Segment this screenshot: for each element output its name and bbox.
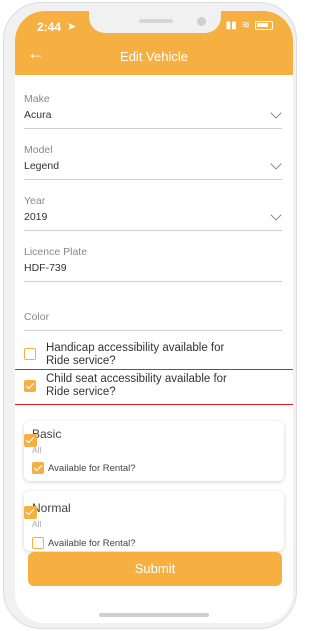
make-select[interactable]: Make Acura <box>24 91 282 129</box>
screen: 2:44 ➤ ▮▮ ≋ ← Edit Vehicle Make Acura Mo… <box>15 11 293 623</box>
battery-icon <box>255 21 273 30</box>
make-value: Acura <box>24 109 52 121</box>
licence-plate-label: Licence Plate <box>24 246 88 258</box>
phone-frame: 2:44 ➤ ▮▮ ≋ ← Edit Vehicle Make Acura Mo… <box>3 2 297 629</box>
submit-button[interactable]: Submit <box>28 552 282 586</box>
notch <box>89 11 221 33</box>
chevron-down-icon <box>270 107 282 119</box>
model-value: Legend <box>24 160 60 172</box>
service-card-normal[interactable]: Normal All Available for Rental? <box>24 491 284 551</box>
rental-label: Available for Rental? <box>48 463 136 474</box>
rental-checkbox[interactable] <box>32 462 44 474</box>
page-title: Edit Vehicle <box>120 49 188 64</box>
app-bar: 2:44 ➤ ▮▮ ≋ ← Edit Vehicle <box>15 11 293 75</box>
color-label: Color <box>24 311 50 323</box>
service-sub: All <box>32 519 42 529</box>
chevron-down-icon <box>270 209 282 221</box>
signal-icon: ▮▮ <box>225 20 237 31</box>
service-card-basic[interactable]: Basic All Available for Rental? <box>24 421 284 481</box>
model-select[interactable]: Model Legend <box>24 142 282 180</box>
service-checkbox[interactable] <box>24 434 37 447</box>
system-icons: ▮▮ ≋ <box>226 20 273 31</box>
chevron-down-icon <box>270 158 282 170</box>
status-time: 2:44 <box>37 20 62 34</box>
child-seat-checkbox[interactable] <box>24 380 36 392</box>
handicap-accessibility-option[interactable]: Handicap accessibility available for Rid… <box>24 342 282 370</box>
service-name: Normal <box>32 501 71 515</box>
rental-label: Available for Rental? <box>48 538 136 549</box>
licence-plate-value: HDF-739 <box>24 262 67 274</box>
home-indicator <box>99 613 209 617</box>
service-checkbox[interactable] <box>24 506 37 519</box>
wifi-icon: ≋ <box>241 20 250 31</box>
rental-checkbox[interactable] <box>32 537 44 549</box>
child-seat-label: Child seat accessibility available for R… <box>46 373 227 398</box>
year-select[interactable]: Year 2019 <box>24 193 282 231</box>
model-label: Model <box>24 144 53 156</box>
handicap-label: Handicap accessibility available for Rid… <box>46 342 225 367</box>
speaker <box>139 19 173 23</box>
make-label: Make <box>24 93 50 105</box>
child-seat-accessibility-option[interactable]: Child seat accessibility available for R… <box>24 373 282 401</box>
year-value: 2019 <box>24 211 48 223</box>
location-arrow-icon: ➤ <box>67 21 77 33</box>
color-field[interactable]: Color <box>24 309 282 331</box>
licence-plate-field[interactable]: Licence Plate HDF-739 <box>24 244 282 282</box>
camera <box>197 17 206 26</box>
year-label: Year <box>24 195 46 207</box>
handicap-checkbox[interactable] <box>24 348 36 360</box>
